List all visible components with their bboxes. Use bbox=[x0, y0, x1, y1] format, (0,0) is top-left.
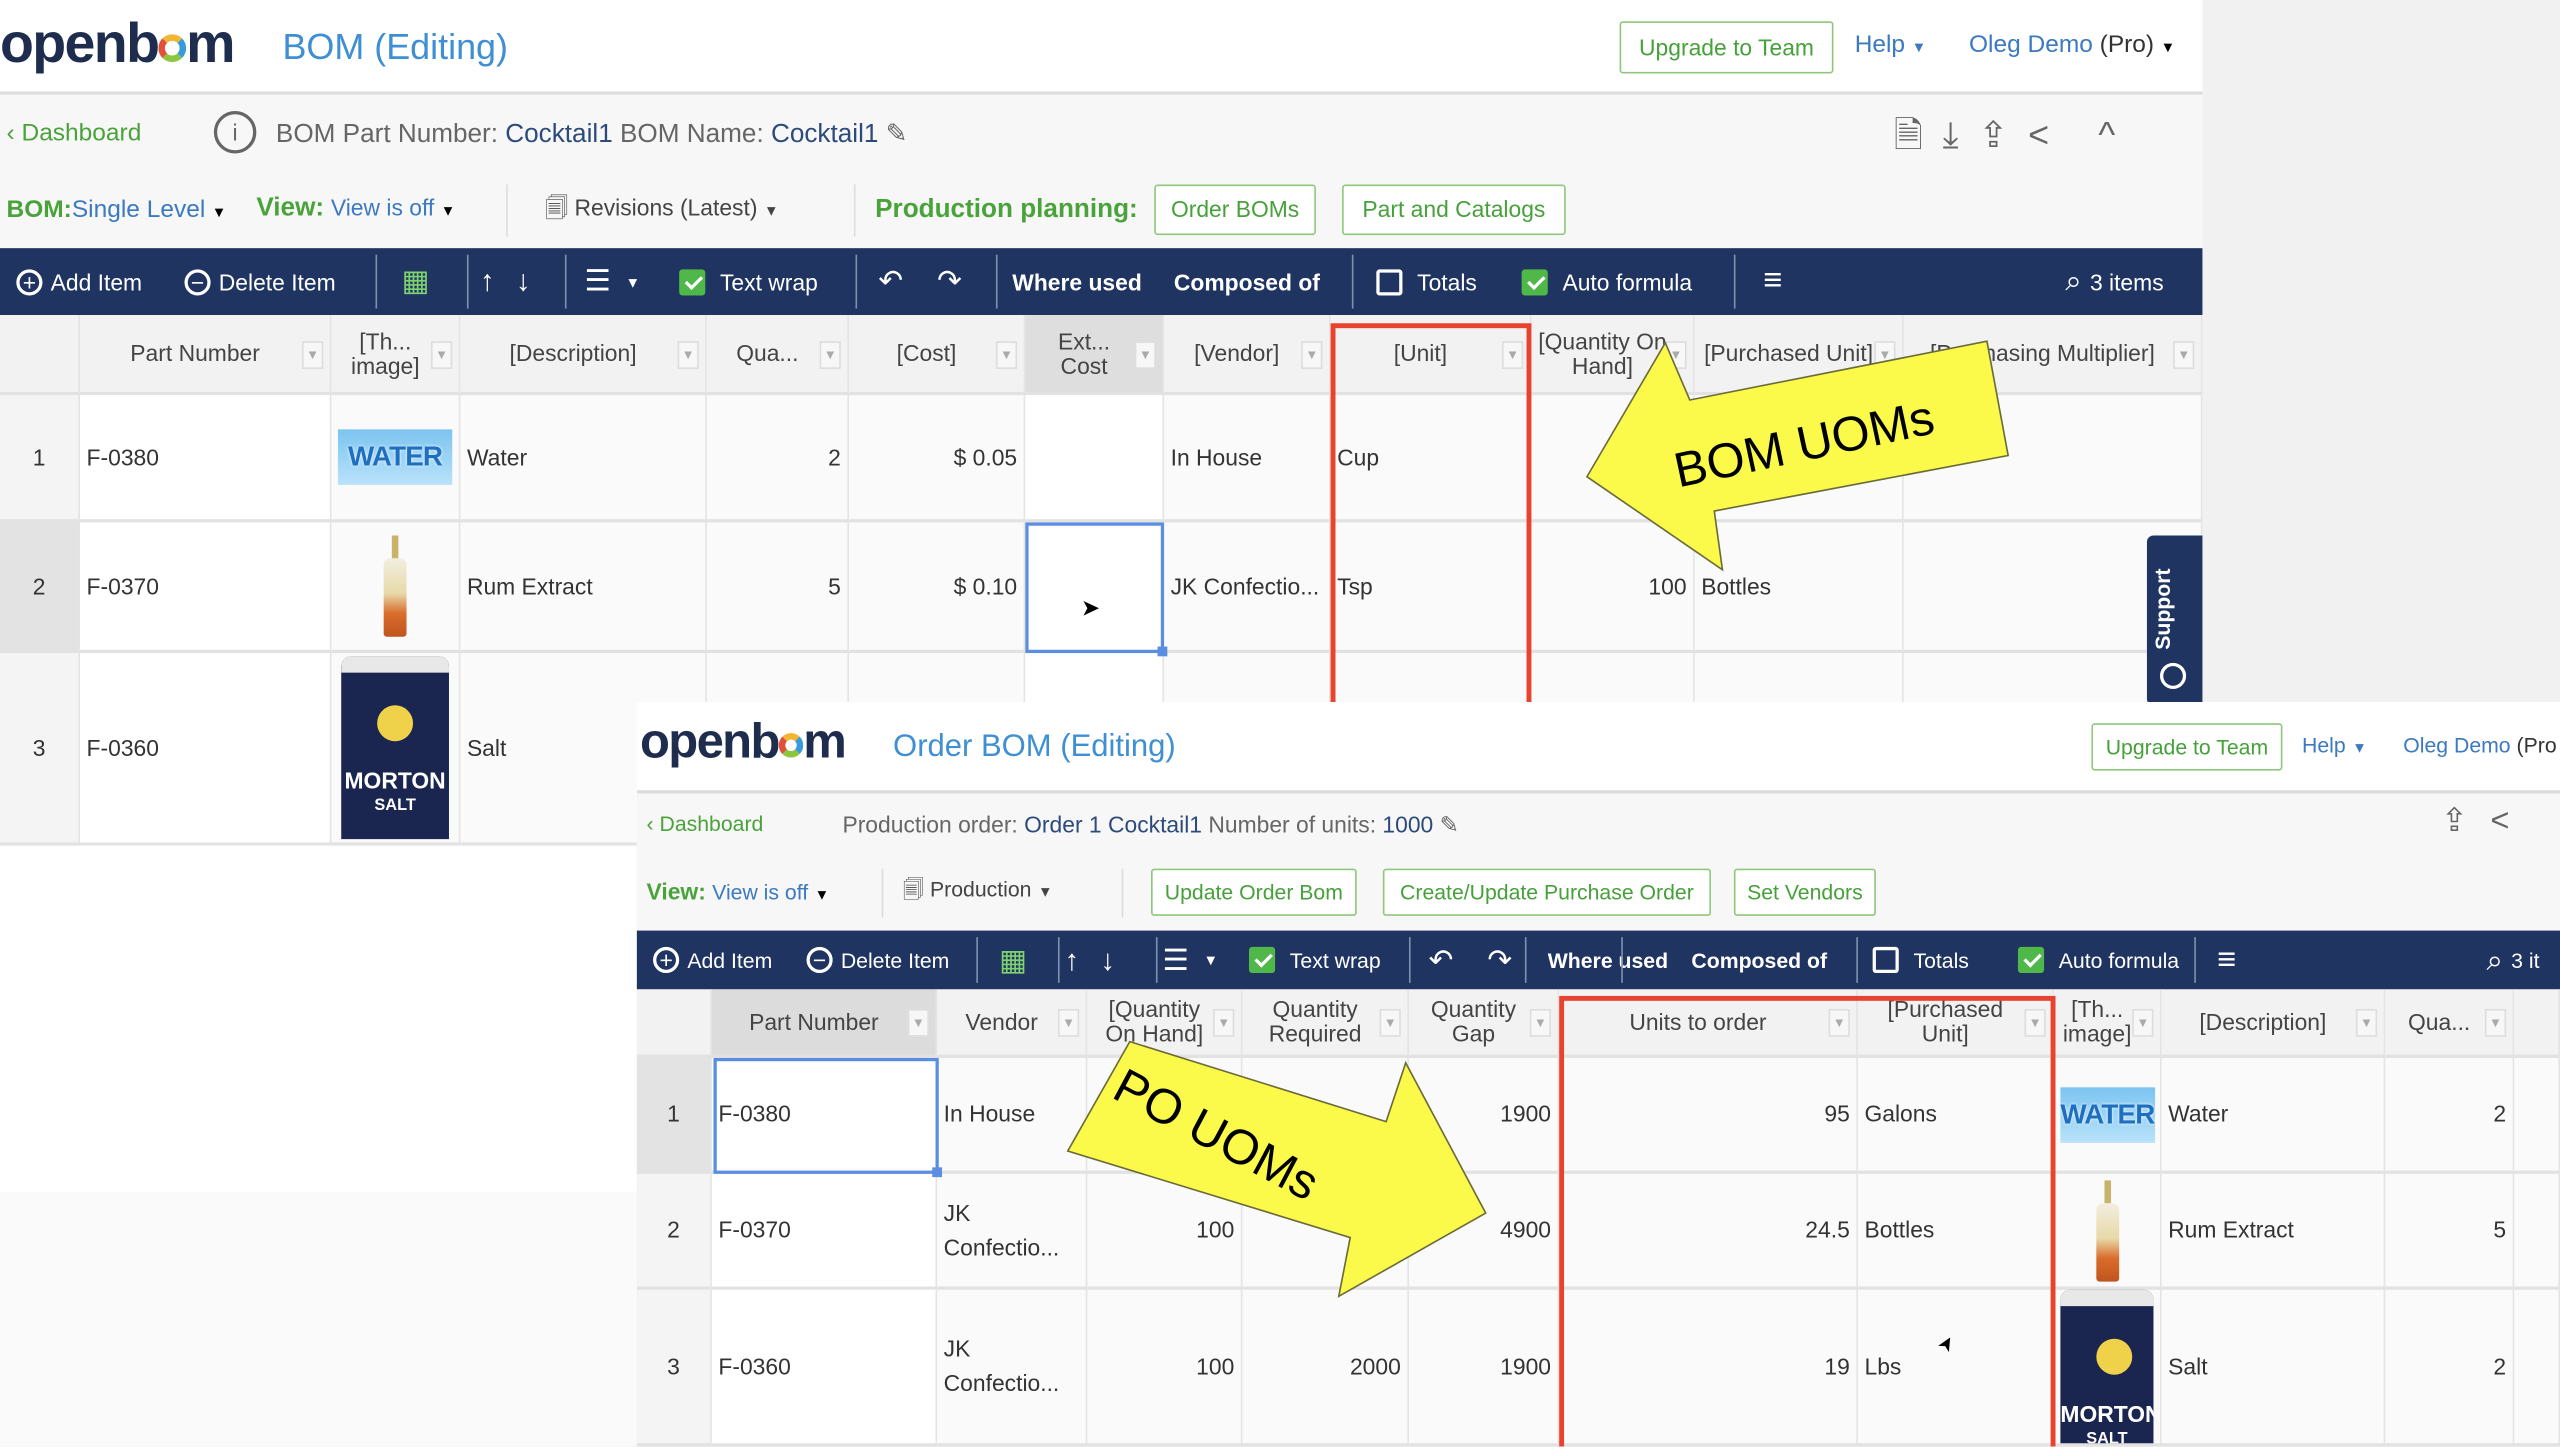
po-uoms-callout: PO UOMs bbox=[1066, 1040, 1487, 1298]
screen: openb m BOM (Editing) Upgrade to Team Hel… bbox=[0, 0, 2560, 1447]
